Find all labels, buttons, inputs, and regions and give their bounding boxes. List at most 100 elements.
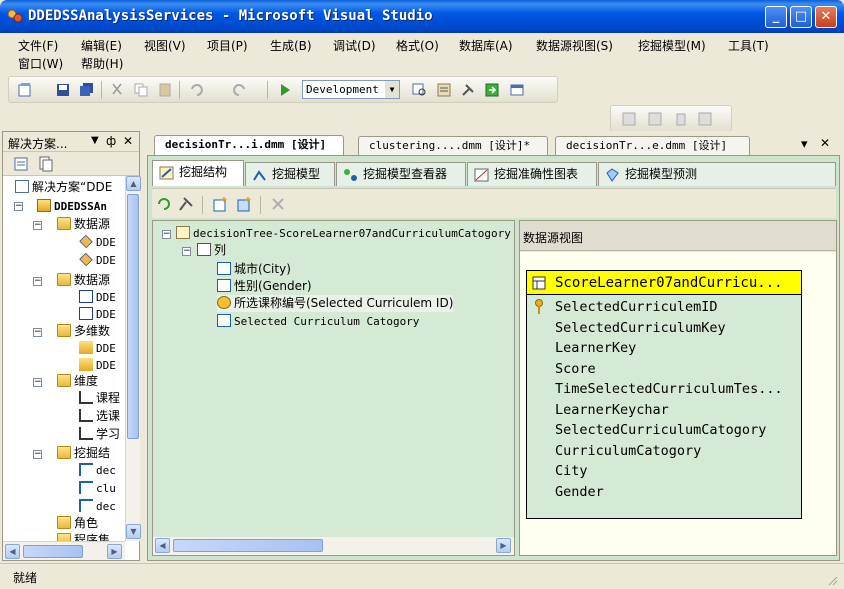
vertical-scrollbar[interactable]: ▲ ▼ [125, 176, 141, 541]
tree-item[interactable]: 选课 [79, 408, 120, 425]
dsv-column[interactable]: Gender [555, 484, 604, 500]
structure-column[interactable]: 城市(City) [217, 261, 291, 278]
solution-configuration-select[interactable]: Development ▼ [302, 80, 400, 99]
collapse-icon[interactable]: − [33, 221, 42, 230]
scroll-up-icon[interactable]: ▲ [126, 176, 141, 191]
collapse-icon[interactable]: − [33, 378, 42, 387]
dsv-column[interactable]: SelectedCurriculumKey [555, 320, 726, 336]
tree-item[interactable]: 学习 [79, 426, 120, 443]
menu-help[interactable]: 帮助(H) [81, 55, 123, 72]
menu-window[interactable]: 窗口(W) [18, 55, 63, 72]
tree-item[interactable]: dec [79, 498, 116, 515]
collapse-icon[interactable]: − [33, 328, 42, 337]
delete-icon[interactable] [673, 111, 689, 127]
collapse-icon[interactable]: − [182, 247, 191, 256]
dsv-table[interactable]: ScoreLearner07andCurricu... SelectedCurr… [526, 270, 802, 519]
window-icon[interactable] [509, 82, 525, 98]
close-icon[interactable]: ✕ [123, 134, 133, 148]
dsv-table-header[interactable]: ScoreLearner07andCurricu... [527, 271, 801, 295]
scroll-left-icon[interactable]: ◀ [5, 544, 20, 559]
horizontal-scrollbar[interactable]: ◀ ▶ [3, 541, 125, 560]
minimize-button[interactable]: _ [765, 6, 787, 28]
dsv-column[interactable]: Score [555, 361, 596, 377]
tree-folder-data-sources[interactable]: 数据源 [57, 216, 110, 233]
scrollbar-thumb[interactable] [173, 539, 323, 552]
tree-folder-assemblies[interactable]: 程序集 [57, 532, 110, 541]
menu-data-source-view[interactable]: 数据源视图(S) [536, 37, 613, 54]
dsv-column[interactable]: City [555, 463, 588, 479]
cut-icon[interactable] [109, 82, 125, 98]
arrange-icon[interactable] [647, 111, 663, 127]
menu-debug[interactable]: 调试(D) [333, 37, 376, 54]
menu-edit[interactable]: 编辑(E) [81, 37, 122, 54]
new-project-icon[interactable] [17, 82, 33, 98]
menu-view[interactable]: 视图(V) [144, 37, 186, 54]
tree-folder-mining-structures[interactable]: 挖掘结 [57, 445, 110, 462]
show-all-files-icon[interactable] [37, 156, 53, 172]
redo-icon[interactable] [231, 82, 247, 98]
menu-tools[interactable]: 工具(T) [728, 37, 769, 54]
structure-column[interactable]: 性别(Gender) [217, 278, 312, 295]
tree-item[interactable]: clu [79, 480, 116, 497]
save-icon[interactable] [55, 82, 71, 98]
chevron-down-icon[interactable]: ▾ [801, 137, 808, 152]
tree-folder-dsv[interactable]: 数据源 [57, 272, 110, 289]
start-debugging-icon[interactable] [277, 82, 293, 98]
menu-build[interactable]: 生成(B) [270, 37, 312, 54]
tree-item[interactable]: DDE [79, 252, 116, 269]
delete-icon[interactable] [270, 196, 286, 212]
tab-mining-accuracy-chart[interactable]: 挖掘准确性图表 [467, 162, 597, 186]
tree-item[interactable]: DDE [79, 306, 116, 323]
tab-mining-structure[interactable]: 挖掘结构 [152, 160, 244, 186]
find-icon[interactable] [412, 82, 428, 98]
undo-icon[interactable] [189, 82, 205, 98]
tree-item[interactable]: DDE [79, 340, 116, 357]
properties-icon[interactable] [436, 82, 452, 98]
collapse-icon[interactable]: − [33, 277, 42, 286]
save-all-icon[interactable] [79, 82, 95, 98]
tree-folder-dimensions[interactable]: 维度 [57, 373, 98, 390]
menu-format[interactable]: 格式(O) [396, 37, 439, 54]
tree-item[interactable]: DDE [79, 357, 116, 374]
scrollbar-thumb[interactable] [127, 194, 139, 439]
tree-solution[interactable]: 解决方案“DDE [15, 179, 112, 196]
tree-folder-roles[interactable]: 角色 [57, 515, 98, 532]
tree-item[interactable]: DDE [79, 234, 116, 251]
structure-root[interactable]: decisionTree-ScoreLearner07andCurriculum… [176, 225, 511, 242]
tree-item[interactable]: dec [79, 462, 116, 479]
refresh-icon[interactable] [156, 196, 172, 212]
resize-grip-icon[interactable] [826, 574, 838, 586]
close-icon[interactable]: ✕ [820, 136, 830, 150]
paste-icon[interactable] [157, 82, 173, 98]
scroll-right-icon[interactable]: ▶ [107, 544, 122, 559]
doc-tab-decision-tree-e[interactable]: decisionTr...e.dmm [设计] [555, 136, 750, 155]
scroll-left-icon[interactable]: ◀ [155, 538, 170, 553]
doc-tab-decision-tree-i[interactable]: decisionTr...i.dmm [设计] [154, 135, 344, 155]
chevron-down-icon[interactable]: ▼ [91, 135, 99, 146]
menu-mining-model[interactable]: 挖掘模型(M) [638, 37, 706, 54]
columns-folder[interactable]: 列 [197, 242, 226, 259]
structure-column-key[interactable]: 所选课称编号(Selected Curriculem ID) [217, 295, 454, 312]
collapse-icon[interactable]: − [14, 202, 23, 211]
pin-icon[interactable]: ф [106, 134, 116, 148]
dsv-column[interactable]: TimeSelectedCurriculumTes... [555, 381, 783, 397]
tree-project[interactable]: DDEDSSAn [37, 198, 107, 215]
dsv-column[interactable]: LearnerKey [555, 340, 636, 356]
collapse-icon[interactable]: − [33, 450, 42, 459]
tree-item[interactable]: DDE [79, 289, 116, 306]
structure-column[interactable]: Selected Curriculum Catogory [217, 313, 419, 330]
add-column-icon[interactable] [212, 196, 228, 212]
scroll-down-icon[interactable]: ▼ [126, 524, 141, 539]
scrollbar-thumb[interactable] [23, 545, 83, 558]
properties-icon[interactable] [13, 156, 29, 172]
tree-folder-cubes[interactable]: 多维数 [57, 323, 110, 340]
process-icon[interactable] [484, 82, 500, 98]
tree-item[interactable]: 课程 [79, 390, 120, 407]
menu-file[interactable]: 文件(F) [18, 37, 58, 54]
dsv-column[interactable]: SelectedCurriculemID [555, 299, 718, 315]
toolbox-icon[interactable] [460, 82, 476, 98]
scroll-right-icon[interactable]: ▶ [496, 538, 511, 553]
doc-tab-clustering[interactable]: clustering....dmm [设计]* [358, 136, 548, 155]
horizontal-scrollbar[interactable]: ◀ ▶ [153, 537, 514, 555]
zoom-icon[interactable] [697, 111, 713, 127]
